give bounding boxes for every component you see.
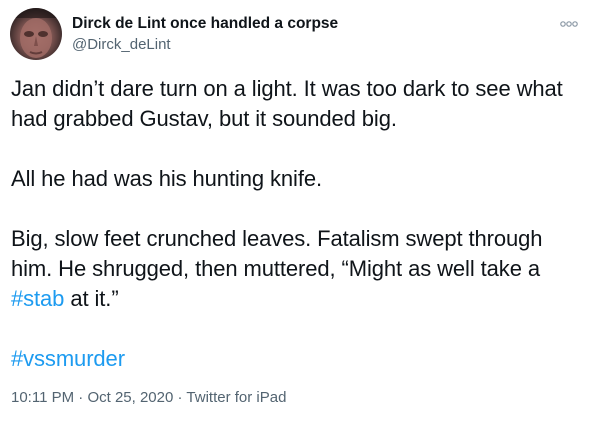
avatar-photo-icon [10, 8, 62, 58]
tweet-date[interactable]: Oct 25, 2020 [87, 389, 173, 406]
tweet-line: All he had was his hunting knife. [11, 166, 323, 191]
hashtag-stab-link[interactable]: #stab [11, 286, 64, 311]
tweet-line: Big, slow feet crunched leaves. Fatalism… [11, 226, 543, 251]
tweet-card: Dirck de Lint once handled a corpse @Dir… [0, 0, 591, 425]
user-handle[interactable]: @Dirck_deLint [72, 35, 338, 55]
tweet-line: at it.” [64, 286, 119, 311]
meta-separator: · [173, 389, 187, 406]
tweet-header: Dirck de Lint once handled a corpse @Dir… [10, 8, 581, 60]
tweet-line: him. He shrugged, then muttered, “Might … [11, 256, 540, 281]
tweet-text: Jan didn’t dare turn on a light. It was … [11, 74, 581, 374]
tweet-paragraph-1: Jan didn’t dare turn on a light. It was … [11, 74, 581, 134]
tweet-time[interactable]: 10:11 PM [11, 389, 74, 406]
tweet-line: Jan didn’t dare turn on a light. It was … [11, 76, 563, 101]
tweet-line: had grabbed Gustav, but it sounded big. [11, 106, 397, 131]
tweet-meta: 10:11 PM · Oct 25, 2020 · Twitter for iP… [11, 388, 286, 408]
meta-separator: · [74, 389, 88, 406]
hashtag-vssmurder-link[interactable]: #vssmurder [11, 346, 125, 371]
tweet-paragraph-3: Big, slow feet crunched leaves. Fatalism… [11, 224, 581, 314]
author-names: Dirck de Lint once handled a corpse @Dir… [72, 14, 338, 55]
tweet-paragraph-4: #vssmurder [11, 344, 581, 374]
display-name[interactable]: Dirck de Lint once handled a corpse [72, 14, 338, 34]
avatar[interactable] [10, 8, 62, 60]
tweet-source[interactable]: Twitter for iPad [186, 389, 286, 406]
tweet-paragraph-2: All he had was his hunting knife. [11, 164, 581, 194]
more-options-icon[interactable] [559, 18, 579, 30]
